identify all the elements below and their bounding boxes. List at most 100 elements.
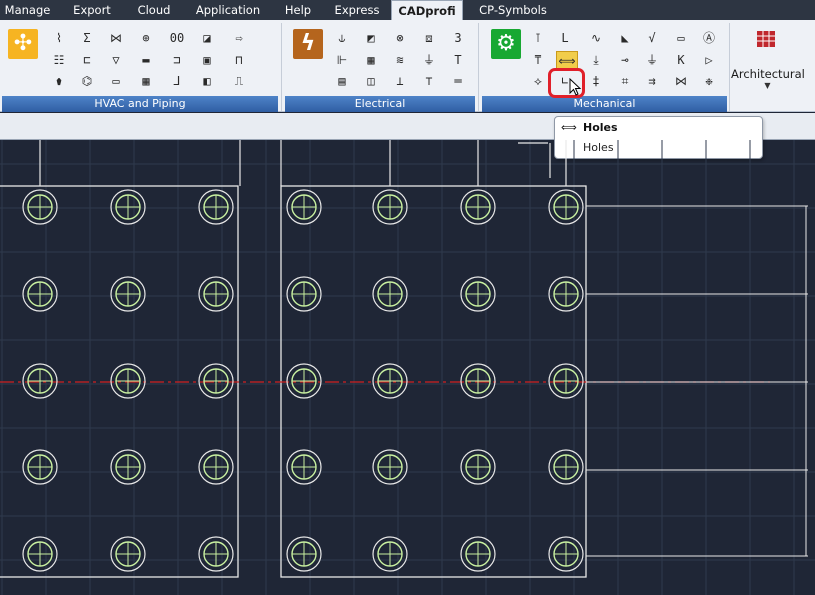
sum-icon[interactable]: Σ: [78, 29, 96, 47]
red-cylinder-icon[interactable]: ▬: [137, 51, 155, 69]
hole: [286, 449, 322, 485]
panel-electrical: ϟ ⫝ ◩ ⊗ ⧈ 3 ⊩ ▦ ≋ ⏚ T ▤ ◫ ⊥ ⊤ ═ Electric…: [285, 23, 475, 112]
funnel-icon[interactable]: ▽: [107, 51, 125, 69]
socket-icon[interactable]: ⊩: [333, 51, 351, 69]
transformer-icon[interactable]: ≋: [391, 51, 409, 69]
plug-icon[interactable]: ⫝: [333, 29, 351, 47]
tab-express[interactable]: Express: [328, 0, 386, 20]
hole: [460, 536, 496, 572]
label-icon[interactable]: ▭: [672, 29, 690, 47]
duct-icon[interactable]: ☷: [50, 51, 68, 69]
frame-icon[interactable]: ⊓: [230, 51, 248, 69]
fan-icon[interactable]: ✣: [8, 29, 38, 59]
l-profile-icon[interactable]: L: [556, 29, 574, 47]
switch-icon[interactable]: ⊗: [391, 29, 409, 47]
tab-help[interactable]: Help: [276, 0, 320, 20]
multi-arrow-icon[interactable]: ⇉: [643, 72, 661, 90]
tab-cp-symbols[interactable]: CP-Symbols: [470, 0, 556, 20]
ca-brackets-icon[interactable]: ⌗: [616, 72, 634, 90]
lightning-icon[interactable]: ϟ: [293, 29, 323, 59]
tank-icon[interactable]: ◧: [198, 72, 216, 90]
screw-icon[interactable]: ⍑: [529, 51, 547, 69]
hole: [286, 363, 322, 399]
ground-icon[interactable]: ⏚: [643, 51, 661, 69]
fitting-icon[interactable]: ⌬: [78, 72, 96, 90]
panel-title: Electrical: [285, 96, 475, 112]
holes-icon: ⟺: [561, 121, 577, 134]
diagonal-box-icon[interactable]: ◪: [198, 29, 216, 47]
square-frame-icon[interactable]: ▣: [198, 51, 216, 69]
board-icon[interactable]: ▤: [333, 72, 351, 90]
hole: [460, 449, 496, 485]
chevron-down-icon: ▼: [764, 81, 771, 90]
dimension-icon[interactable]: ‡: [587, 72, 605, 90]
hole: [22, 189, 58, 225]
tab-export[interactable]: Export: [62, 0, 122, 20]
tab-manage[interactable]: Manage: [0, 0, 55, 20]
hole: [548, 536, 584, 572]
hole: [372, 363, 408, 399]
connector-icon[interactable]: ⊤: [420, 72, 438, 90]
wave-icon[interactable]: ⎍: [230, 72, 248, 90]
hole: [110, 276, 146, 312]
tab-cloud[interactable]: Cloud: [128, 0, 180, 20]
hole: [372, 449, 408, 485]
stairs-icon[interactable]: ⌇: [50, 29, 68, 47]
hole: [22, 536, 58, 572]
tab-application[interactable]: Application: [187, 0, 269, 20]
fixture-icon[interactable]: ⊥: [391, 72, 409, 90]
cabinet-icon[interactable]: ⧈: [420, 29, 438, 47]
angle-icon[interactable]: ◣: [616, 29, 634, 47]
lamp-icon[interactable]: ⏚: [420, 51, 438, 69]
hole: [548, 276, 584, 312]
ribbon: ✣ ⌇ Σ ⋈ ⊕ 00 ◪ ⇨ ☷ ⊏ ▽ ▬ ⊐ ▣ ⊓ ⚱ ⌬ ▭ ▦ ⅃…: [0, 20, 815, 112]
gears-icon[interactable]: ⚙: [491, 29, 521, 59]
hole: [198, 276, 234, 312]
pump-icon[interactable]: ⚱: [50, 72, 68, 90]
divider: [281, 23, 282, 111]
rail-icon[interactable]: ═: [449, 72, 467, 90]
diamond-icon[interactable]: ⟡: [529, 72, 547, 90]
drawing-canvas[interactable]: [0, 140, 815, 595]
weld-circle-icon[interactable]: Ⓐ: [700, 29, 718, 47]
nozzle-icon[interactable]: ⊸: [616, 51, 634, 69]
panel-mechanical: ⚙ ⊺ L ∿ ◣ √ ▭ Ⓐ ⍑ ⟺ ⤓ ⊸ ⏚ K ▷ ⟡ ∟ ‡ ⌗ ⇉ …: [482, 23, 727, 112]
t-symbol-icon[interactable]: T: [449, 51, 467, 69]
divider: [478, 23, 479, 111]
tab-cadprofi[interactable]: CADprofi: [391, 0, 463, 21]
hole: [198, 363, 234, 399]
pipe-red-icon[interactable]: ⊏: [78, 51, 96, 69]
holes-icon[interactable]: ⟺: [556, 51, 578, 69]
compass-icon[interactable]: ⊕: [137, 29, 155, 47]
root-icon[interactable]: √: [643, 29, 661, 47]
grid-brick-icon: [757, 31, 775, 47]
number-three-icon[interactable]: 3: [449, 29, 467, 47]
grid-icon[interactable]: ▦: [362, 51, 380, 69]
panel-board-icon[interactable]: ◫: [362, 72, 380, 90]
valve-icon[interactable]: ⋈: [107, 29, 125, 47]
bow-tie-icon[interactable]: ⋈: [672, 72, 690, 90]
arrow-right-icon[interactable]: ⇨: [230, 29, 248, 47]
hole: [460, 189, 496, 225]
snowflake-icon[interactable]: ❉: [700, 72, 718, 90]
mouse-cursor-icon: [569, 78, 582, 96]
hole: [22, 449, 58, 485]
pipe-lines-icon[interactable]: ⊐: [168, 51, 186, 69]
architectural-button[interactable]: Architectural ▼: [731, 23, 805, 112]
elbow-icon[interactable]: ⅃: [168, 72, 186, 90]
chevron-left-icon[interactable]: K: [672, 51, 690, 69]
diagonal-box-icon[interactable]: ◩: [362, 29, 380, 47]
tooltip-title: Holes: [583, 121, 618, 134]
hole: [372, 276, 408, 312]
bolt-icon[interactable]: ⊺: [529, 29, 547, 47]
arrow-down-icon[interactable]: ⤓: [587, 51, 605, 69]
hole: [198, 536, 234, 572]
grill-icon[interactable]: ▭: [107, 72, 125, 90]
architectural-label: Architectural: [731, 67, 805, 81]
arrow-right-icon[interactable]: ▷: [700, 51, 718, 69]
spring-icon[interactable]: ∿: [587, 29, 605, 47]
hole: [198, 449, 234, 485]
hole: [548, 363, 584, 399]
grid-icon[interactable]: ▦: [137, 72, 155, 90]
double-zero-icon[interactable]: 00: [168, 29, 186, 47]
